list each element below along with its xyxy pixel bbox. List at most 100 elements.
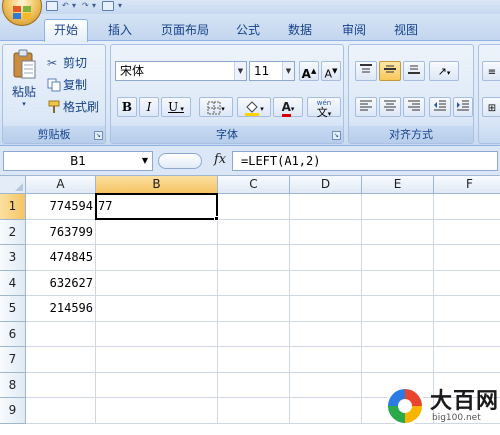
cell-f5[interactable] (434, 296, 500, 322)
tab-formulas[interactable]: 公式 (228, 20, 268, 41)
cell-e1[interactable] (362, 194, 434, 220)
cut-button[interactable]: ✂ 剪切 (47, 54, 87, 71)
cell-b3[interactable] (96, 245, 218, 271)
column-header-c[interactable]: C (218, 176, 290, 194)
cell-d4[interactable] (290, 270, 362, 296)
cell-f2[interactable] (434, 220, 500, 245)
cell-c6[interactable] (218, 321, 290, 347)
tab-page-layout[interactable]: 页面布局 (152, 20, 218, 41)
cell-b4[interactable] (96, 270, 218, 296)
row-header-8[interactable]: 8 (0, 372, 26, 398)
tab-insert[interactable]: 插入 (98, 20, 142, 41)
row-header-7[interactable]: 7 (0, 347, 26, 373)
row-header-9[interactable]: 9 (0, 398, 26, 424)
tab-review[interactable]: 审阅 (334, 20, 374, 41)
name-box[interactable]: B1 ▼ (3, 151, 153, 171)
cell-d2[interactable] (290, 219, 362, 245)
align-center-button[interactable] (379, 97, 401, 117)
align-bottom-button[interactable] (403, 61, 425, 81)
decrease-indent-button[interactable] (429, 97, 451, 117)
format-painter-button[interactable]: 格式刷 (47, 98, 99, 115)
fill-handle[interactable] (214, 215, 219, 221)
column-header-f[interactable]: F (434, 176, 500, 194)
wrap-text-button[interactable]: ≡ (482, 61, 500, 81)
cell-e4[interactable] (362, 270, 434, 296)
chevron-down-icon[interactable]: ▼ (234, 62, 246, 80)
cell-b5[interactable] (96, 296, 218, 322)
insert-function-button[interactable]: fx (214, 152, 226, 167)
cell-a2[interactable]: 763799 (26, 219, 96, 245)
cell-d9[interactable] (290, 398, 362, 424)
cell-a1[interactable]: 774594 (26, 194, 96, 220)
cell-a4[interactable]: 632627 (26, 270, 96, 296)
cell-f3[interactable] (434, 245, 500, 271)
column-header-a[interactable]: A (26, 176, 96, 194)
cell-c2[interactable] (218, 219, 290, 245)
orientation-button[interactable]: ↗▾ (429, 61, 459, 81)
copy-button[interactable]: 复制 (47, 76, 87, 93)
italic-button[interactable]: I (139, 97, 159, 117)
font-color-button[interactable]: A▾ (273, 97, 303, 117)
cell-f7[interactable] (434, 347, 500, 373)
cell-c5[interactable] (218, 296, 290, 322)
row-header-1[interactable]: 1 (0, 194, 26, 220)
column-header-e[interactable]: E (362, 176, 434, 194)
cell-a5[interactable]: 214596 (26, 296, 96, 322)
cell-d5[interactable] (290, 296, 362, 322)
cell-b9[interactable] (96, 398, 218, 424)
phonetic-button[interactable]: wén 文▾ (307, 97, 341, 118)
cell-b8[interactable] (96, 372, 218, 398)
cell-d1[interactable] (290, 194, 362, 220)
underline-button[interactable]: U ▾ (161, 97, 191, 117)
active-cell-border[interactable] (95, 193, 218, 220)
cell-e7[interactable] (362, 347, 434, 373)
cell-a8[interactable] (26, 372, 96, 398)
cell-c1[interactable] (218, 194, 290, 220)
fill-color-button[interactable]: ▾ (237, 97, 271, 117)
font-size-combo[interactable]: 11 ▼ (249, 61, 295, 81)
cell-b6[interactable] (96, 321, 218, 347)
formula-input[interactable]: =LEFT(A1,2) (232, 151, 498, 171)
row-header-4[interactable]: 4 (0, 270, 26, 296)
row-header-6[interactable]: 6 (0, 321, 26, 347)
align-right-button[interactable] (403, 97, 425, 117)
cell-e3[interactable] (362, 245, 434, 271)
cell-a6[interactable] (26, 321, 96, 347)
formula-expand-handle[interactable] (158, 153, 202, 169)
cell-e6[interactable] (362, 321, 434, 347)
column-header-d[interactable]: D (290, 176, 362, 194)
cell-a3[interactable]: 474845 (26, 245, 96, 271)
cell-b2[interactable] (96, 219, 218, 245)
cell-e2[interactable] (362, 219, 434, 245)
font-launcher-icon[interactable]: ↘ (332, 131, 341, 140)
cell-f1[interactable] (434, 194, 500, 220)
chevron-down-icon[interactable]: ▼ (282, 62, 294, 80)
select-all-button[interactable] (0, 176, 26, 194)
redo-icon[interactable]: ↷ (82, 1, 89, 11)
undo-icon[interactable]: ↶ (62, 1, 69, 11)
tab-data[interactable]: 数据 (280, 20, 320, 41)
cell-c3[interactable] (218, 245, 290, 271)
row-header-3[interactable]: 3 (0, 245, 26, 271)
customize-qat-icon[interactable]: ▾ (118, 1, 124, 11)
tab-home[interactable]: 开始 (44, 19, 88, 42)
cell-a9[interactable] (26, 398, 96, 424)
print-preview-icon[interactable] (102, 1, 114, 11)
align-middle-button[interactable] (379, 61, 401, 81)
cell-a7[interactable] (26, 347, 96, 373)
row-header-5[interactable]: 5 (0, 296, 26, 322)
borders-button[interactable]: ▾ (199, 97, 233, 117)
font-name-combo[interactable]: 宋体 ▼ (115, 61, 247, 81)
cell-f6[interactable] (434, 322, 500, 347)
cell-e5[interactable] (362, 296, 434, 322)
bold-button[interactable]: B (117, 97, 137, 117)
dropdown-arrow-icon[interactable]: ▾ (92, 1, 98, 11)
merge-center-button[interactable]: ⊞ (482, 97, 500, 117)
row-header-2[interactable]: 2 (0, 219, 26, 245)
cell-c7[interactable] (218, 347, 290, 373)
align-top-button[interactable] (355, 61, 377, 81)
cell-d7[interactable] (290, 347, 362, 373)
shrink-font-button[interactable]: A▼ (321, 61, 341, 81)
cell-d3[interactable] (290, 245, 362, 271)
cell-c4[interactable] (218, 270, 290, 296)
